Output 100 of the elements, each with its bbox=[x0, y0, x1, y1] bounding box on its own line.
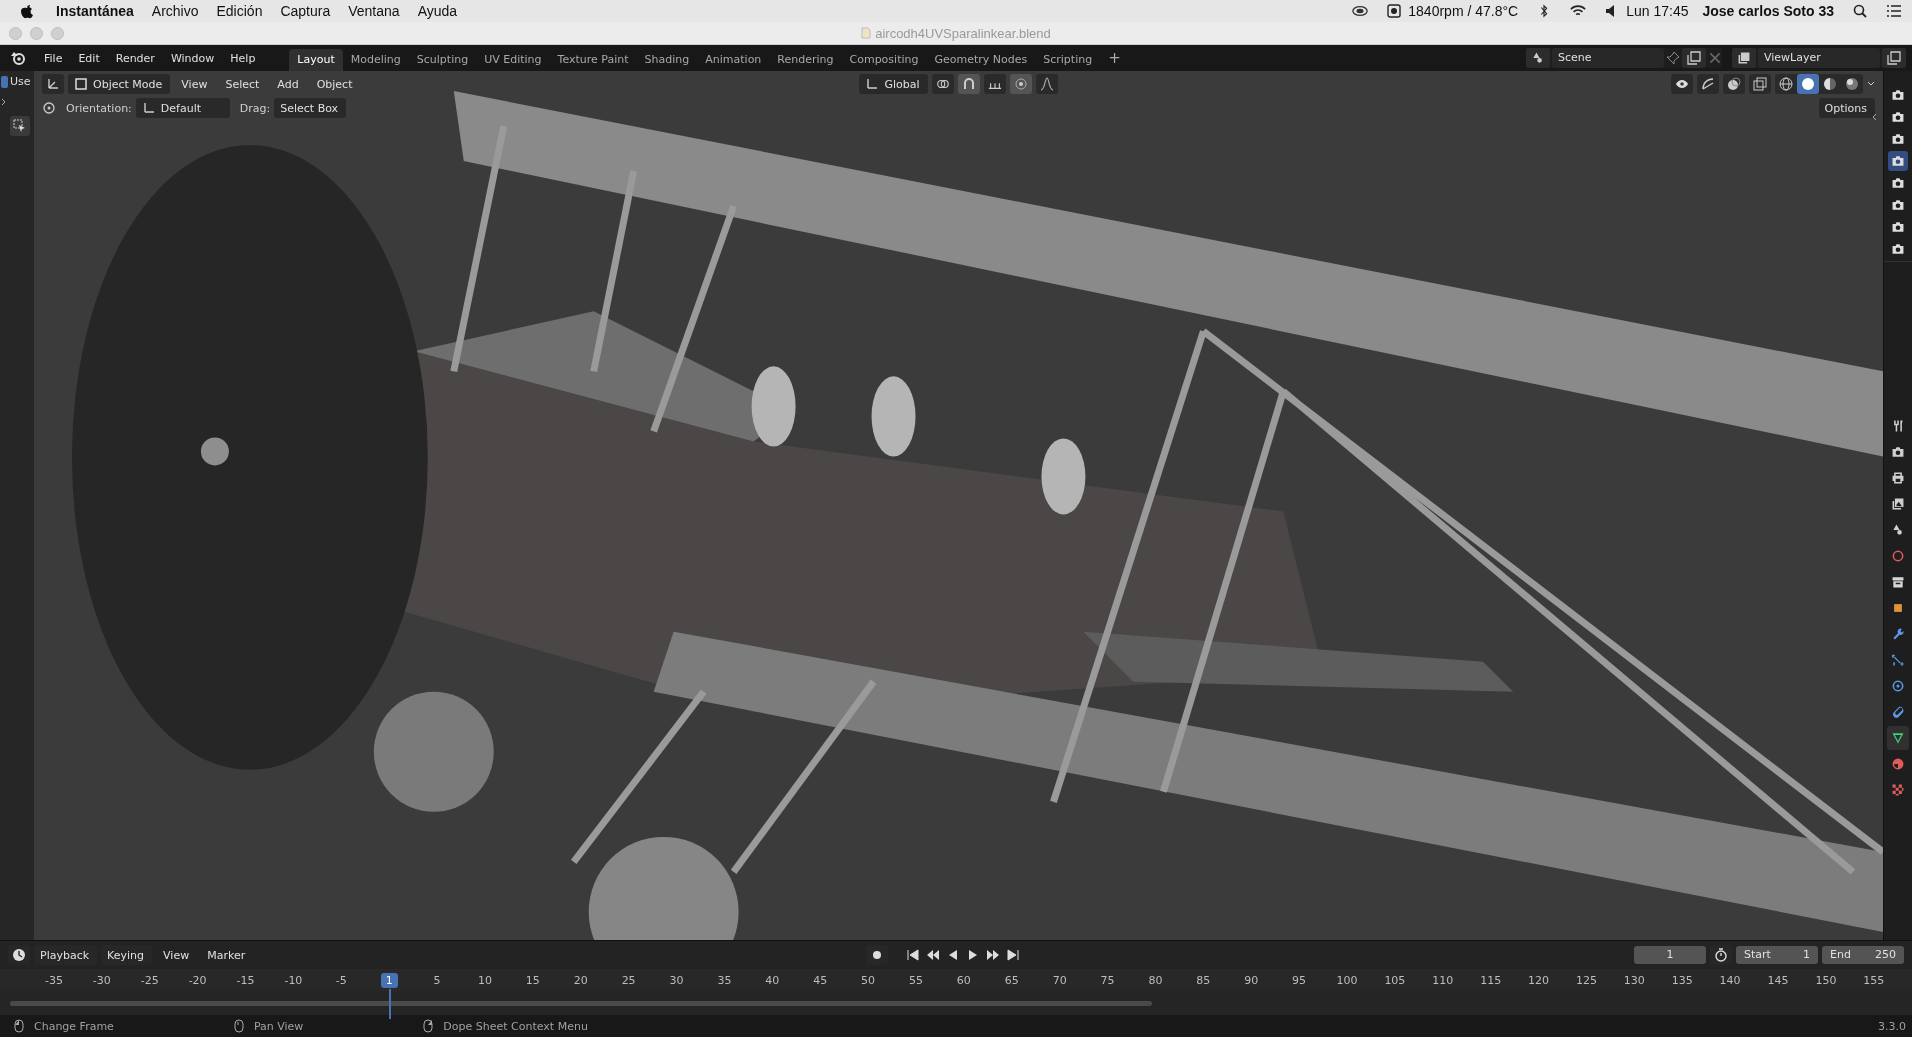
expand-icon[interactable] bbox=[1871, 113, 1879, 121]
gizmo-toggle[interactable] bbox=[1697, 74, 1719, 94]
fan-icon[interactable] bbox=[1386, 4, 1403, 18]
app-name[interactable]: Instantánea bbox=[56, 3, 134, 19]
search-icon[interactable] bbox=[1852, 4, 1868, 18]
xray-toggle[interactable] bbox=[1749, 74, 1771, 94]
record-button[interactable] bbox=[866, 945, 889, 965]
expand-icon[interactable] bbox=[0, 98, 8, 106]
menu-item[interactable]: Ventana bbox=[348, 3, 400, 19]
options-dropdown[interactable]: Options bbox=[1818, 98, 1875, 118]
menu-item[interactable]: Edición bbox=[216, 3, 263, 19]
camera-toggle[interactable] bbox=[1888, 151, 1908, 171]
clock[interactable]: Lun 17:45 bbox=[1626, 3, 1689, 19]
use-checkbox[interactable]: Use bbox=[0, 75, 31, 88]
frame-number: -15 bbox=[236, 973, 255, 987]
list-icon[interactable] bbox=[1886, 4, 1902, 18]
select-tool-button[interactable] bbox=[10, 116, 30, 136]
jump-end-icon[interactable] bbox=[1006, 948, 1021, 962]
menu-item[interactable]: Edit bbox=[70, 51, 108, 65]
camera-icon bbox=[1891, 176, 1905, 190]
properties-tab[interactable] bbox=[1887, 726, 1909, 750]
menu-item[interactable]: Captura bbox=[280, 3, 331, 19]
shading-mode-button[interactable] bbox=[1797, 74, 1819, 94]
menu-item[interactable]: Ayuda bbox=[417, 3, 458, 19]
keying-dropdown[interactable]: Keying bbox=[101, 945, 153, 965]
menu-item[interactable]: Object bbox=[309, 77, 360, 91]
previous-keyframe-icon[interactable] bbox=[926, 948, 941, 962]
workspace-tab[interactable]: Layout bbox=[289, 49, 343, 71]
menu-item[interactable]: Render bbox=[107, 51, 163, 65]
menu-item[interactable]: Window bbox=[162, 51, 223, 65]
target-icon bbox=[1013, 77, 1028, 91]
blender-logo-icon[interactable] bbox=[10, 50, 26, 66]
next-keyframe-icon[interactable] bbox=[986, 948, 1001, 962]
camera-icon bbox=[1891, 132, 1905, 146]
pivot-point-button[interactable] bbox=[931, 74, 954, 94]
start-frame-field[interactable]: Start 1 bbox=[1736, 946, 1818, 964]
images-icon bbox=[1891, 497, 1905, 511]
close-icon[interactable] bbox=[1708, 51, 1722, 65]
status-hint: Dope Sheet Context Menu bbox=[443, 1019, 588, 1033]
nodes-icon bbox=[1891, 653, 1905, 667]
view-layer-field[interactable]: ViewLayer bbox=[1758, 48, 1880, 68]
orbit-icon bbox=[1891, 679, 1905, 693]
workspace-tab[interactable]: Modeling bbox=[342, 49, 409, 71]
workspace-tab[interactable]: Sculpting bbox=[408, 49, 477, 71]
falloff-button[interactable] bbox=[1035, 74, 1058, 94]
mode-dropdown[interactable]: Object Mode bbox=[68, 74, 171, 94]
overlays-toggle[interactable] bbox=[1723, 74, 1745, 94]
menu-item[interactable]: File bbox=[36, 51, 71, 65]
screwdriver-wrench-icon bbox=[1891, 419, 1905, 433]
playhead-frame[interactable]: 1 bbox=[380, 972, 398, 988]
menu-item[interactable]: Help bbox=[222, 51, 264, 65]
snap-toggle[interactable] bbox=[957, 74, 980, 94]
menu-item[interactable]: View bbox=[156, 948, 197, 962]
scene-selector-button[interactable] bbox=[1526, 48, 1550, 68]
user-name[interactable]: Jose carlos Soto 33 bbox=[1702, 3, 1834, 19]
workspace-tab[interactable]: Scripting bbox=[1035, 49, 1101, 71]
wifi-icon[interactable] bbox=[1570, 4, 1587, 18]
workspace-tab[interactable]: Texture Paint bbox=[549, 49, 637, 71]
menu-item[interactable]: View bbox=[174, 77, 215, 91]
menu-item[interactable]: Select bbox=[218, 77, 267, 91]
editor-type-button[interactable] bbox=[8, 945, 30, 965]
menu-item[interactable]: Marker bbox=[200, 948, 253, 962]
transform-orientation-dropdown[interactable]: Global bbox=[859, 74, 928, 94]
apple-icon[interactable] bbox=[20, 3, 34, 19]
workspace-tab[interactable]: Rendering bbox=[769, 49, 842, 71]
current-frame-field[interactable]: 1 bbox=[1634, 946, 1706, 964]
scrollbar[interactable] bbox=[10, 1000, 1152, 1006]
new-scene-button[interactable] bbox=[1682, 48, 1706, 68]
menu-item[interactable]: Archivo bbox=[151, 3, 199, 19]
orientation-dropdown[interactable]: Default bbox=[135, 98, 230, 118]
view-layer-selector-button[interactable] bbox=[1732, 48, 1756, 68]
copy-icon bbox=[1687, 51, 1701, 65]
add-workspace-button[interactable]: + bbox=[1100, 49, 1129, 67]
new-view-layer-button[interactable] bbox=[1882, 48, 1906, 68]
playhead-line[interactable] bbox=[389, 988, 392, 1019]
snap-target-button[interactable] bbox=[983, 74, 1006, 94]
sensor-reading[interactable]: 1840rpm / 47.8°C bbox=[1408, 3, 1519, 19]
scene-field[interactable]: Scene bbox=[1552, 48, 1664, 68]
workspace-tab[interactable]: UV Editing bbox=[476, 49, 550, 71]
jump-start-icon[interactable] bbox=[906, 948, 921, 962]
cloud-icon[interactable] bbox=[1352, 4, 1369, 18]
visibility-button[interactable] bbox=[1671, 74, 1693, 94]
editor-type-button[interactable] bbox=[42, 74, 64, 94]
workspace-tab[interactable]: Shading bbox=[636, 49, 698, 71]
frame-number: 100 bbox=[1336, 973, 1358, 987]
drag-dropdown[interactable]: Select Box bbox=[274, 98, 347, 118]
playback-dropdown[interactable]: Playback bbox=[34, 945, 98, 965]
camera-icon bbox=[1891, 154, 1905, 168]
wireframe-sphere-icon bbox=[1779, 77, 1793, 91]
xray-icon bbox=[1753, 77, 1767, 91]
workspace-tab[interactable]: Animation bbox=[697, 49, 770, 71]
status-hint: Change Frame bbox=[34, 1019, 114, 1033]
end-frame-field[interactable]: End 250 bbox=[1822, 946, 1904, 964]
workspace-tab[interactable]: Compositing bbox=[841, 49, 927, 71]
menu-item[interactable]: Add bbox=[270, 77, 306, 91]
proportional-edit-toggle[interactable] bbox=[1009, 74, 1032, 94]
workspace-tab[interactable]: Geometry Nodes bbox=[926, 49, 1036, 71]
preview-range-toggle[interactable] bbox=[1710, 945, 1732, 965]
caret-icon[interactable] bbox=[1867, 80, 1875, 88]
pin-icon[interactable] bbox=[1666, 51, 1680, 65]
